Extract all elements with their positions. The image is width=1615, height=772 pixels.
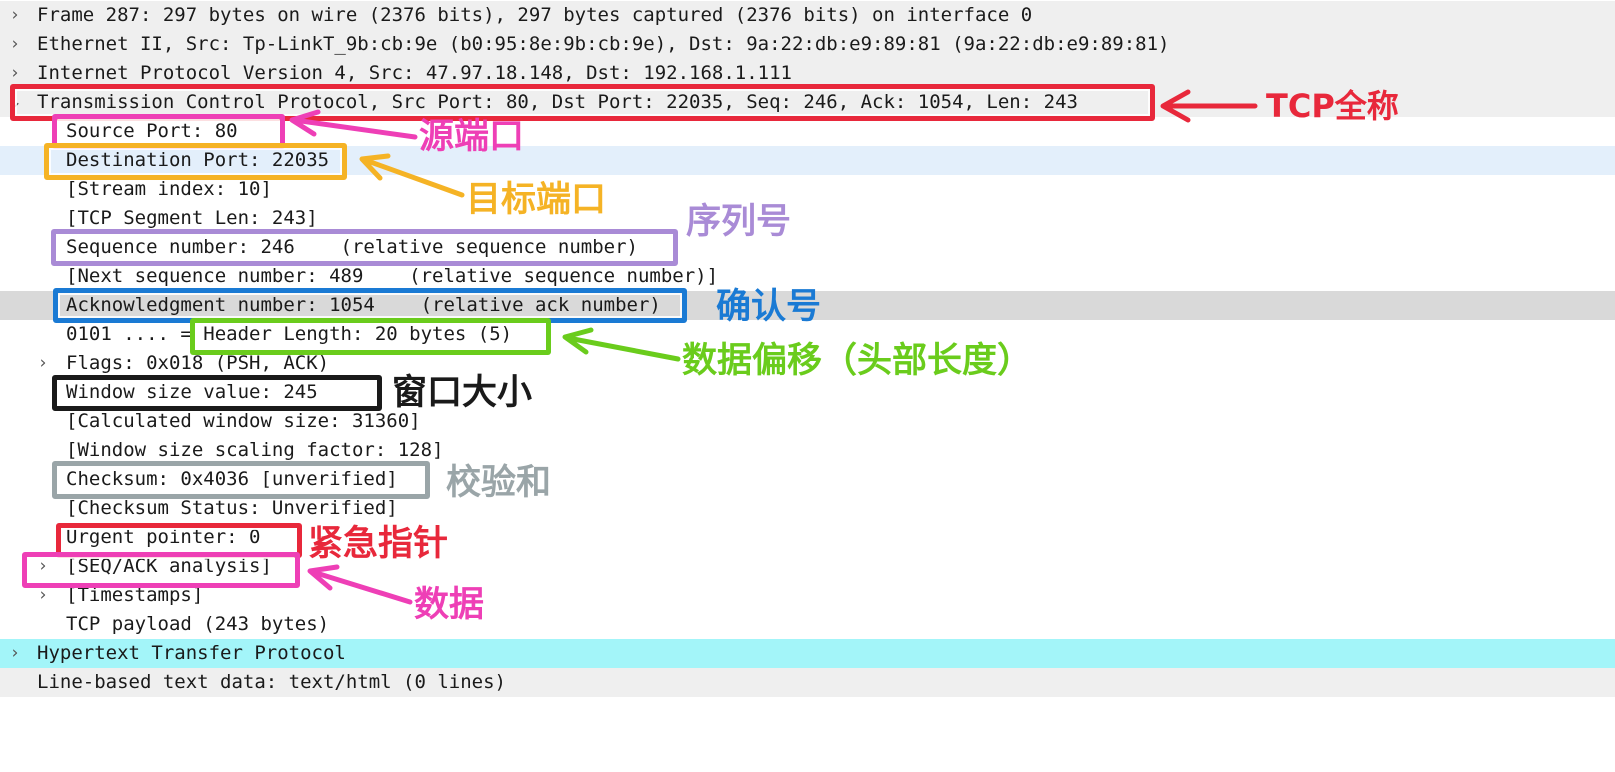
chevron-right-icon[interactable]: › [36, 581, 50, 610]
tree-row-label: [Checksum Status: Unverified] [66, 497, 398, 519]
tree-row-timestamps[interactable]: › [Timestamps] [0, 581, 1615, 610]
tree-row-label: [Stream index: 10] [66, 178, 272, 200]
tree-row-label: [Calculated window size: 31360] [66, 410, 421, 432]
tree-row-calculated-window[interactable]: [Calculated window size: 31360] [0, 407, 1615, 436]
tree-row-label: [TCP Segment Len: 243] [66, 207, 318, 229]
annotation-urgent-pointer: 紧急指针 [308, 524, 449, 564]
tree-row-label: Ethernet II, Src: Tp-LinkT_9b:cb:9e (b0:… [37, 33, 1170, 55]
chevron-right-icon[interactable]: › [8, 1, 22, 30]
chevron-right-icon[interactable]: › [8, 639, 22, 668]
tree-row-http[interactable]: › Hypertext Transfer Protocol [0, 639, 1615, 668]
tree-row-tcp-payload[interactable]: TCP payload (243 bytes) [0, 610, 1615, 639]
tree-row-label: Frame 287: 297 bytes on wire (2376 bits)… [37, 4, 1033, 26]
tree-row-label: Urgent pointer: 0 [66, 526, 261, 548]
annotation-checksum: 校验和 [446, 463, 552, 503]
chevron-right-icon[interactable]: › [8, 59, 22, 88]
tree-row-ethernet[interactable]: › Ethernet II, Src: Tp-LinkT_9b:cb:9e (b… [0, 30, 1615, 59]
tree-row-checksum-status[interactable]: [Checksum Status: Unverified] [0, 494, 1615, 523]
tree-row-destination-port[interactable]: Destination Port: 22035 [0, 146, 1615, 175]
tree-row-label: Window size value: 245 [66, 381, 318, 403]
chevron-down-icon[interactable]: ⌄ [8, 88, 22, 117]
annotation-source-port: 源端口 [419, 117, 525, 157]
tree-row-label: 0101 .... = Header Length: 20 bytes (5) [66, 323, 513, 345]
tree-row-window-scaling[interactable]: [Window size scaling factor: 128] [0, 436, 1615, 465]
annotation-tcp-full-name: TCP全称 [1266, 87, 1399, 125]
tree-row-label: [SEQ/ACK analysis] [66, 555, 272, 577]
tree-row-label: Destination Port: 22035 [66, 149, 330, 171]
tree-row-urgent-pointer[interactable]: Urgent pointer: 0 [0, 523, 1615, 552]
tree-row-label: [Window size scaling factor: 128] [66, 439, 444, 461]
annotation-data-offset: 数据偏移（头部长度） [682, 341, 1033, 381]
tree-row-stream-index[interactable]: [Stream index: 10] [0, 175, 1615, 204]
tree-row-window-size[interactable]: Window size value: 245 [0, 378, 1615, 407]
tree-row-label: Hypertext Transfer Protocol [37, 642, 346, 664]
chevron-right-icon[interactable]: › [36, 349, 50, 378]
tree-row-label: Line-based text data: text/html (0 lines… [37, 671, 506, 693]
annotation-sequence-number: 序列号 [686, 202, 792, 242]
annotation-window-size: 窗口大小 [392, 373, 533, 413]
annotation-destination-port: 目标端口 [466, 180, 607, 220]
tree-row-label: Sequence number: 246 (relative sequence … [66, 236, 638, 258]
chevron-right-icon[interactable]: › [36, 552, 50, 581]
tree-row-label: Internet Protocol Version 4, Src: 47.97.… [37, 62, 792, 84]
annotation-ack-number: 确认号 [716, 287, 822, 327]
tree-row-label: Flags: 0x018 (PSH, ACK) [66, 352, 330, 374]
tree-row-label: Transmission Control Protocol, Src Port:… [37, 91, 1078, 113]
tree-row-label: Acknowledgment number: 1054 (relative ac… [66, 294, 661, 316]
tree-row-label: Source Port: 80 [66, 120, 238, 142]
chevron-right-icon[interactable]: › [8, 30, 22, 59]
tree-row-label: [Timestamps] [66, 584, 204, 606]
tree-row-ipv4[interactable]: › Internet Protocol Version 4, Src: 47.9… [0, 59, 1615, 88]
tree-row-line-based-text[interactable]: Line-based text data: text/html (0 lines… [0, 668, 1615, 697]
tree-row-frame[interactable]: › Frame 287: 297 bytes on wire (2376 bit… [0, 1, 1615, 30]
tree-row-label: TCP payload (243 bytes) [66, 613, 330, 635]
tree-row-sequence-number[interactable]: Sequence number: 246 (relative sequence … [0, 233, 1615, 262]
tree-row-segment-len[interactable]: [TCP Segment Len: 243] [0, 204, 1615, 233]
tree-row-checksum[interactable]: Checksum: 0x4036 [unverified] [0, 465, 1615, 494]
tree-row-label: [Next sequence number: 489 (relative seq… [66, 265, 719, 287]
tree-row-seq-ack-analysis[interactable]: › [SEQ/ACK analysis] [0, 552, 1615, 581]
annotation-data: 数据 [414, 585, 485, 625]
tree-row-label: Checksum: 0x4036 [unverified] [66, 468, 398, 490]
